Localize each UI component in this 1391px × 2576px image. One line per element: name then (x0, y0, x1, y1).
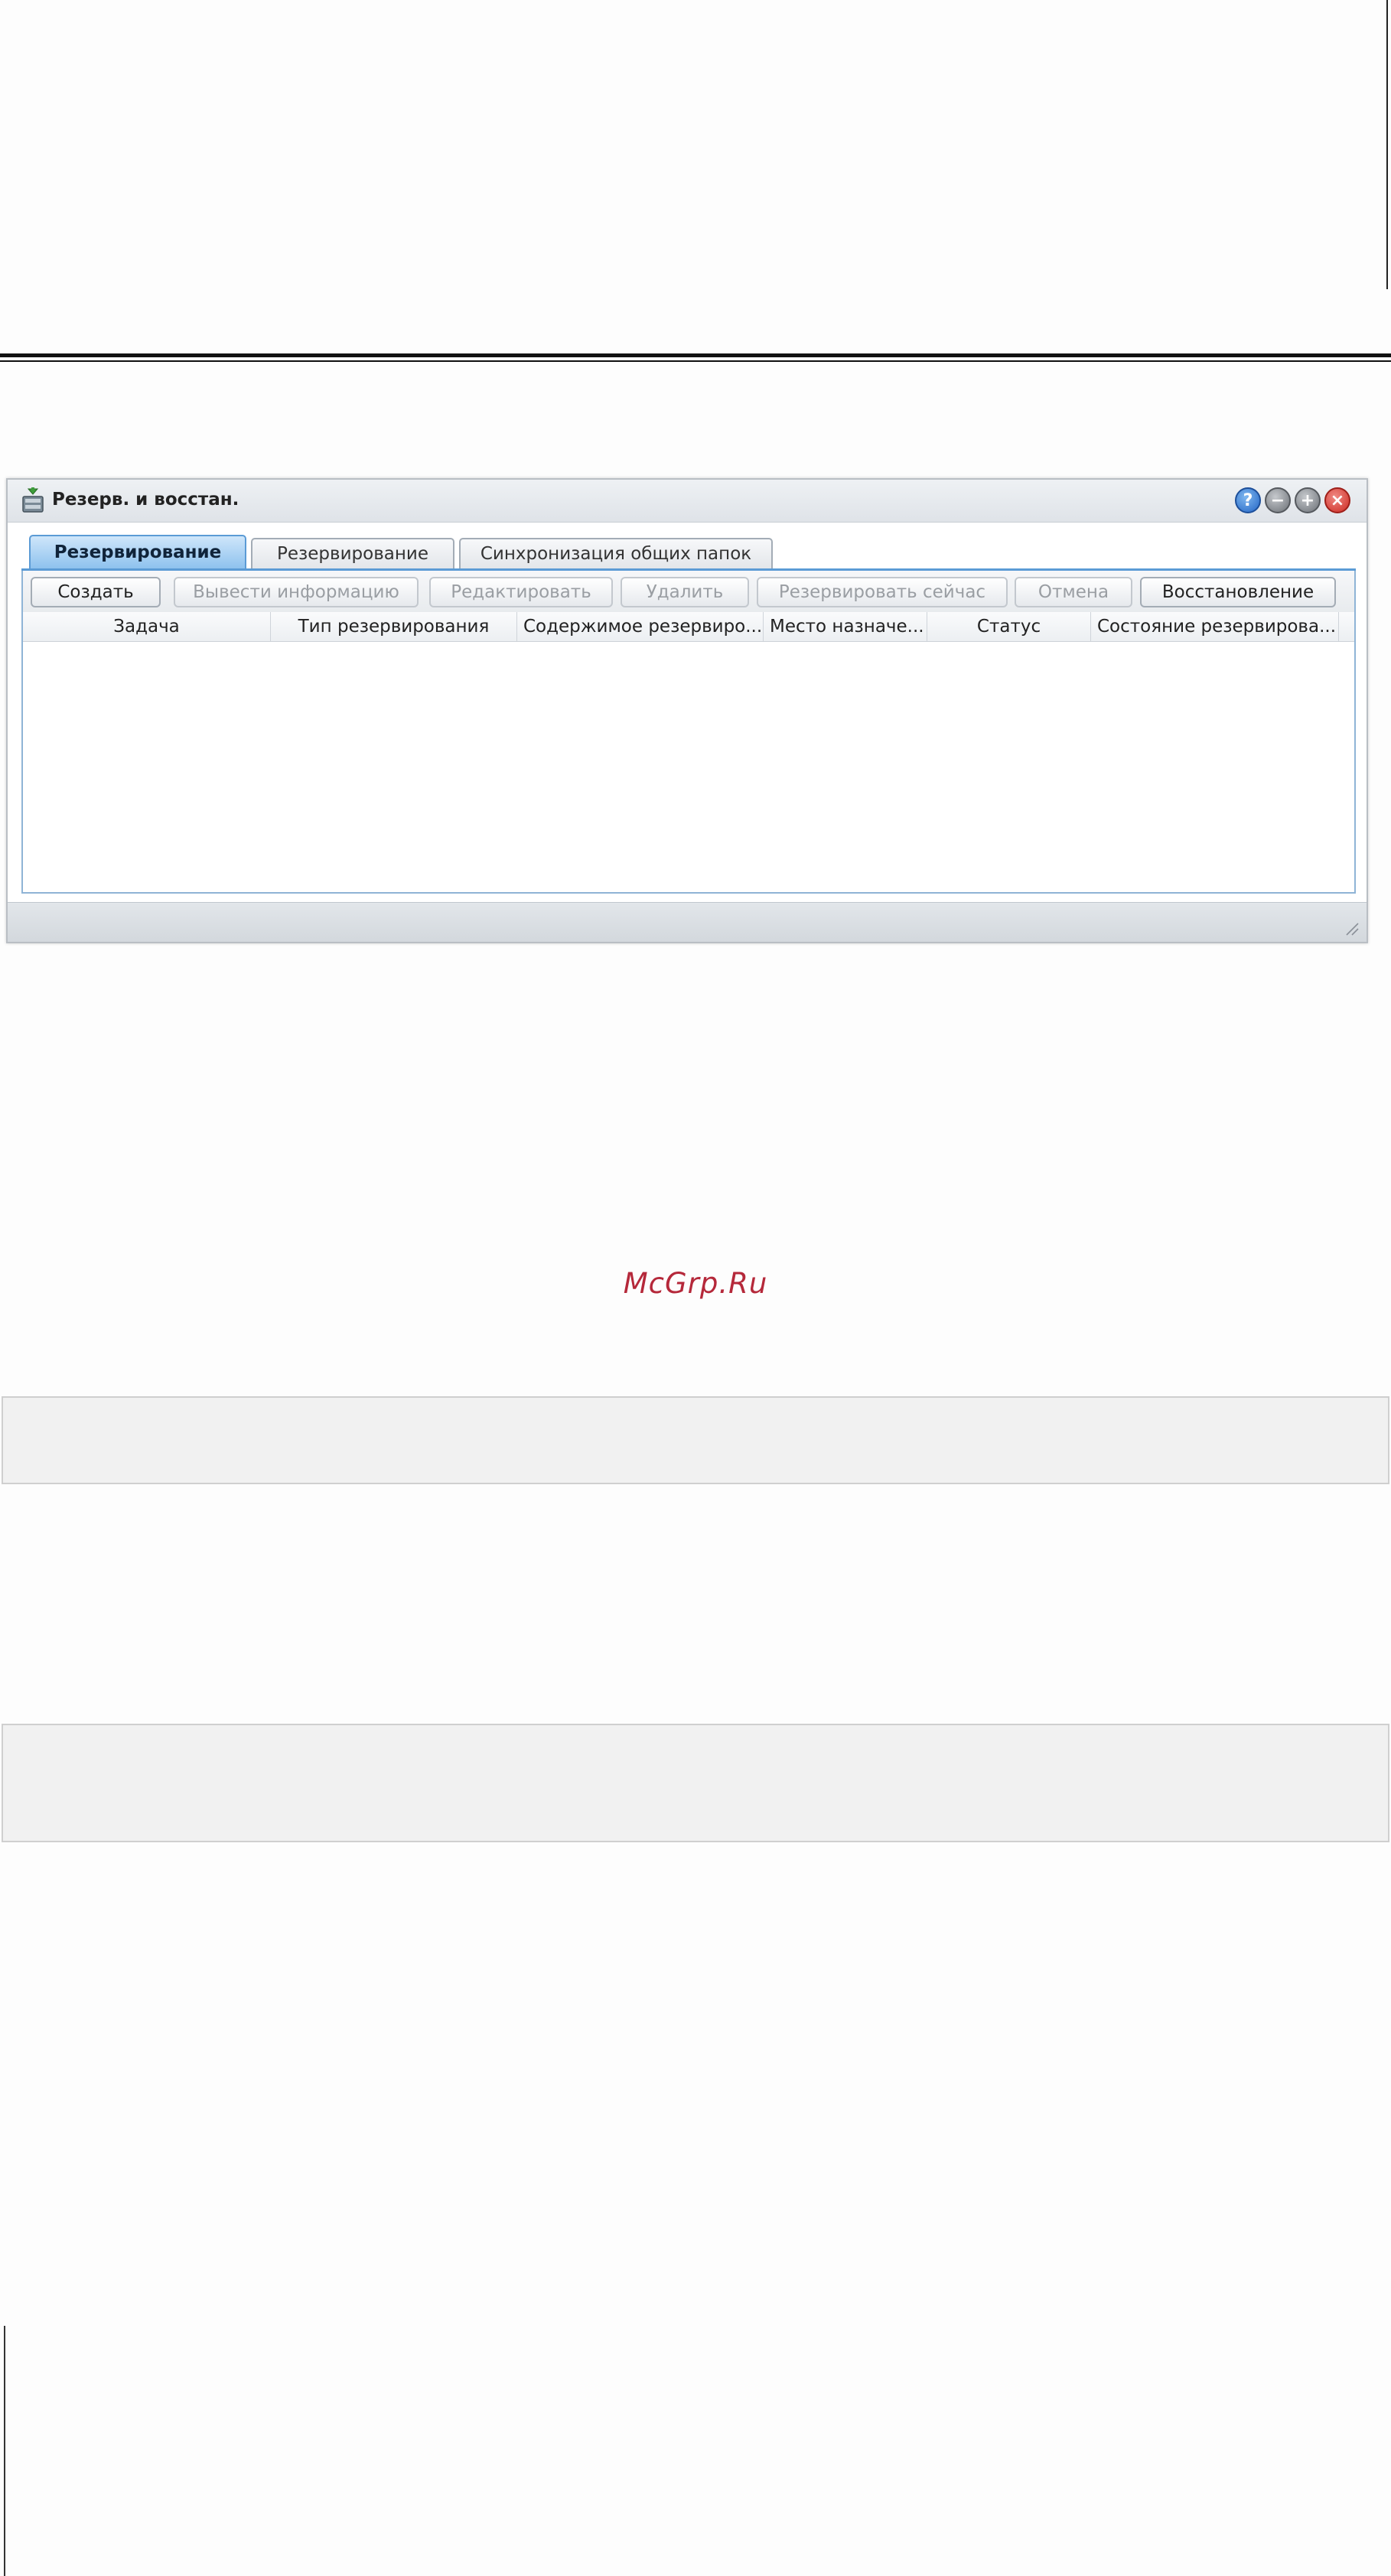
cancel-button[interactable]: Отмена (1015, 577, 1132, 607)
minimize-icon[interactable]: − (1265, 487, 1291, 513)
tab-shared-folder-sync[interactable]: Синхронизация общих папок (459, 538, 773, 568)
edit-button[interactable]: Редактировать (429, 577, 613, 607)
tab-backup-2[interactable]: Резервирование (251, 538, 454, 568)
resize-grip-icon[interactable] (1344, 920, 1359, 936)
backup-restore-window: Резерв. и восстан. ? − + × Резервировани… (6, 478, 1368, 943)
backup-app-icon (22, 487, 44, 513)
backup-now-button[interactable]: Резервировать сейчас (757, 577, 1008, 607)
column-header-backup-type[interactable]: Тип резервирования (271, 612, 517, 641)
delete-button[interactable]: Удалить (621, 577, 749, 607)
table-header: Задача Тип резервирования Содержимое рез… (23, 612, 1354, 642)
column-header-backup-state[interactable]: Состояние резервирова... (1091, 612, 1339, 641)
maximize-icon[interactable]: + (1295, 487, 1321, 513)
table-body (23, 642, 1354, 892)
window-title: Резерв. и восстан. (52, 490, 239, 510)
page-right-rule (1386, 0, 1388, 289)
window-titlebar: Резерв. и восстан. ? − + × (8, 480, 1367, 523)
column-header-backup-content[interactable]: Содержимое резервиро... (517, 612, 764, 641)
tab-backup[interactable]: Резервирование (29, 535, 246, 568)
page-divider-thin (0, 360, 1391, 362)
column-header-task[interactable]: Задача (23, 612, 271, 641)
note-box-1 (2, 1396, 1389, 1484)
toolbar: Создать Вывести информацию Редактировать… (23, 571, 1354, 613)
create-button[interactable]: Создать (31, 577, 161, 607)
page-left-rule (4, 2326, 5, 2576)
note-box-2 (2, 1724, 1389, 1842)
column-header-status[interactable]: Статус (927, 612, 1091, 641)
window-content: Резервирование Резервирование Синхрониза… (8, 523, 1367, 902)
column-header-destination[interactable]: Место назначе... (764, 612, 927, 641)
help-icon[interactable]: ? (1235, 487, 1261, 513)
show-info-button[interactable]: Вывести информацию (174, 577, 419, 607)
close-icon[interactable]: × (1324, 487, 1350, 513)
window-statusbar (8, 902, 1367, 942)
watermark: McGrp.Ru (623, 1267, 768, 1300)
backup-panel: Создать Вывести информацию Редактировать… (21, 571, 1356, 894)
restore-button[interactable]: Восстановление (1140, 577, 1336, 607)
page-divider-thick (0, 353, 1391, 357)
